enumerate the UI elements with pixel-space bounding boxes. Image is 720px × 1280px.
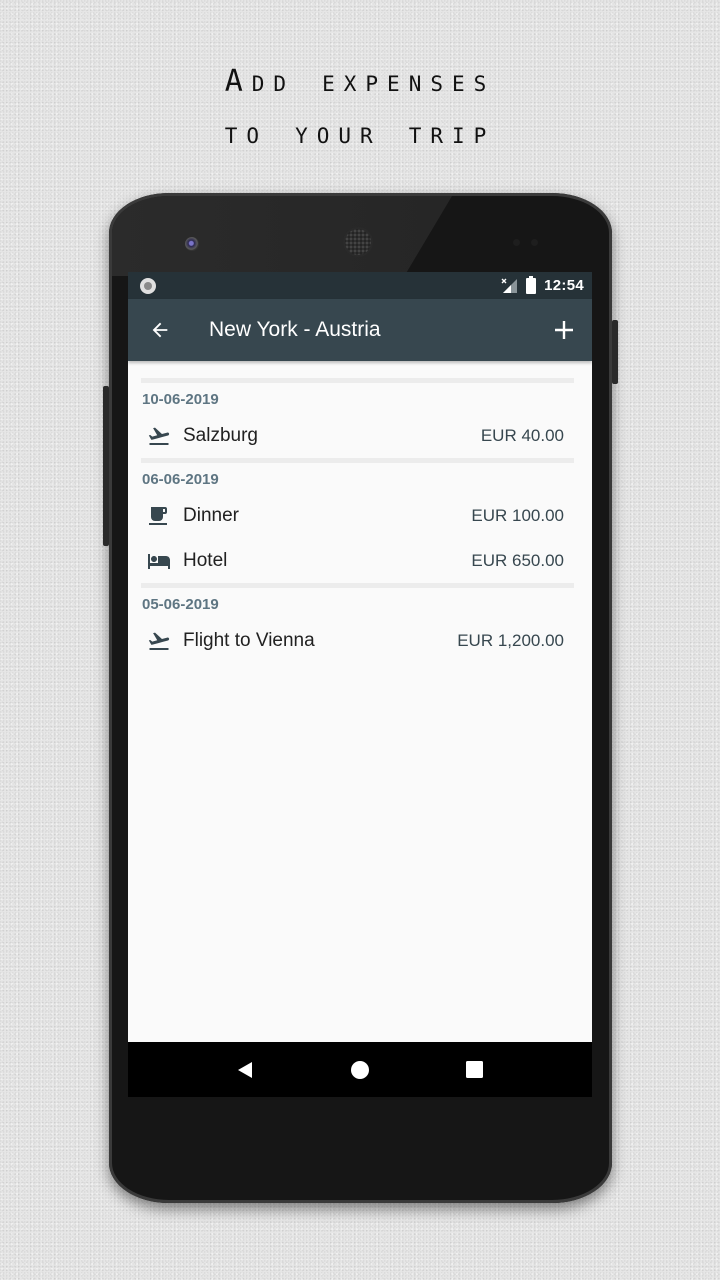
group-date-header: 05-06-2019 <box>142 596 219 613</box>
hotel-bed-icon <box>146 550 172 572</box>
promo-line-2: to your trip <box>224 116 496 151</box>
notification-dot-icon <box>140 277 156 294</box>
proximity-sensor-icon <box>513 239 520 246</box>
expense-item[interactable]: Salzburg EUR 40.00 <box>141 413 574 458</box>
volume-button <box>103 386 109 546</box>
expense-name: Flight to Vienna <box>183 629 315 651</box>
nav-home-button[interactable] <box>340 1050 380 1090</box>
app-bar: New York - Austria <box>128 299 592 361</box>
system-nav-bar <box>128 1042 592 1097</box>
signal-no-data-icon <box>501 278 518 293</box>
phone-glare <box>112 196 452 276</box>
home-circle-icon <box>350 1060 369 1079</box>
expense-name: Salzburg <box>183 424 258 446</box>
expense-item[interactable]: Dinner EUR 100.00 <box>141 493 574 538</box>
expense-amount: EUR 650.00 <box>471 550 564 570</box>
page-title: New York - Austria <box>209 318 381 341</box>
status-time: 12:54 <box>544 277 584 294</box>
promo-line-1: Add expenses <box>224 64 496 99</box>
earpiece-speaker-icon <box>345 229 371 255</box>
expense-name: Hotel <box>183 549 228 571</box>
power-button <box>612 320 618 384</box>
status-bar: 12:54 <box>128 272 592 299</box>
add-expense-button[interactable] <box>536 299 592 361</box>
phone-screen: 12:54 New York - Austria 10-06-2019 Salz… <box>128 272 592 1097</box>
expense-amount: EUR 1,200.00 <box>457 630 564 650</box>
expense-list: 10-06-2019 Salzburg EUR 40.00 06-06-2019… <box>128 361 592 663</box>
arrow-back-icon <box>152 322 168 338</box>
expense-item[interactable]: Flight to Vienna EUR 1,200.00 <box>141 618 574 663</box>
light-sensor-icon <box>531 239 538 246</box>
nav-back-button[interactable] <box>225 1050 265 1090</box>
flight-takeoff-icon <box>146 425 172 447</box>
plus-icon <box>555 321 573 339</box>
back-triangle-icon <box>238 1061 253 1078</box>
coffee-cup-icon <box>146 505 172 527</box>
front-camera-icon <box>185 237 199 251</box>
nav-recents-button[interactable] <box>455 1050 495 1090</box>
expense-name: Dinner <box>183 504 239 526</box>
battery-full-icon <box>526 275 537 294</box>
expense-amount: EUR 40.00 <box>480 425 564 445</box>
recents-square-icon <box>466 1061 484 1078</box>
expense-amount: EUR 100.00 <box>471 505 564 525</box>
group-date-header: 06-06-2019 <box>142 471 219 488</box>
flight-takeoff-icon <box>146 630 172 652</box>
back-button[interactable] <box>128 299 192 361</box>
promo-headline: Add expenses to your trip <box>0 56 720 160</box>
expense-item[interactable]: Hotel EUR 650.00 <box>141 538 574 583</box>
group-date-header: 10-06-2019 <box>142 391 219 408</box>
